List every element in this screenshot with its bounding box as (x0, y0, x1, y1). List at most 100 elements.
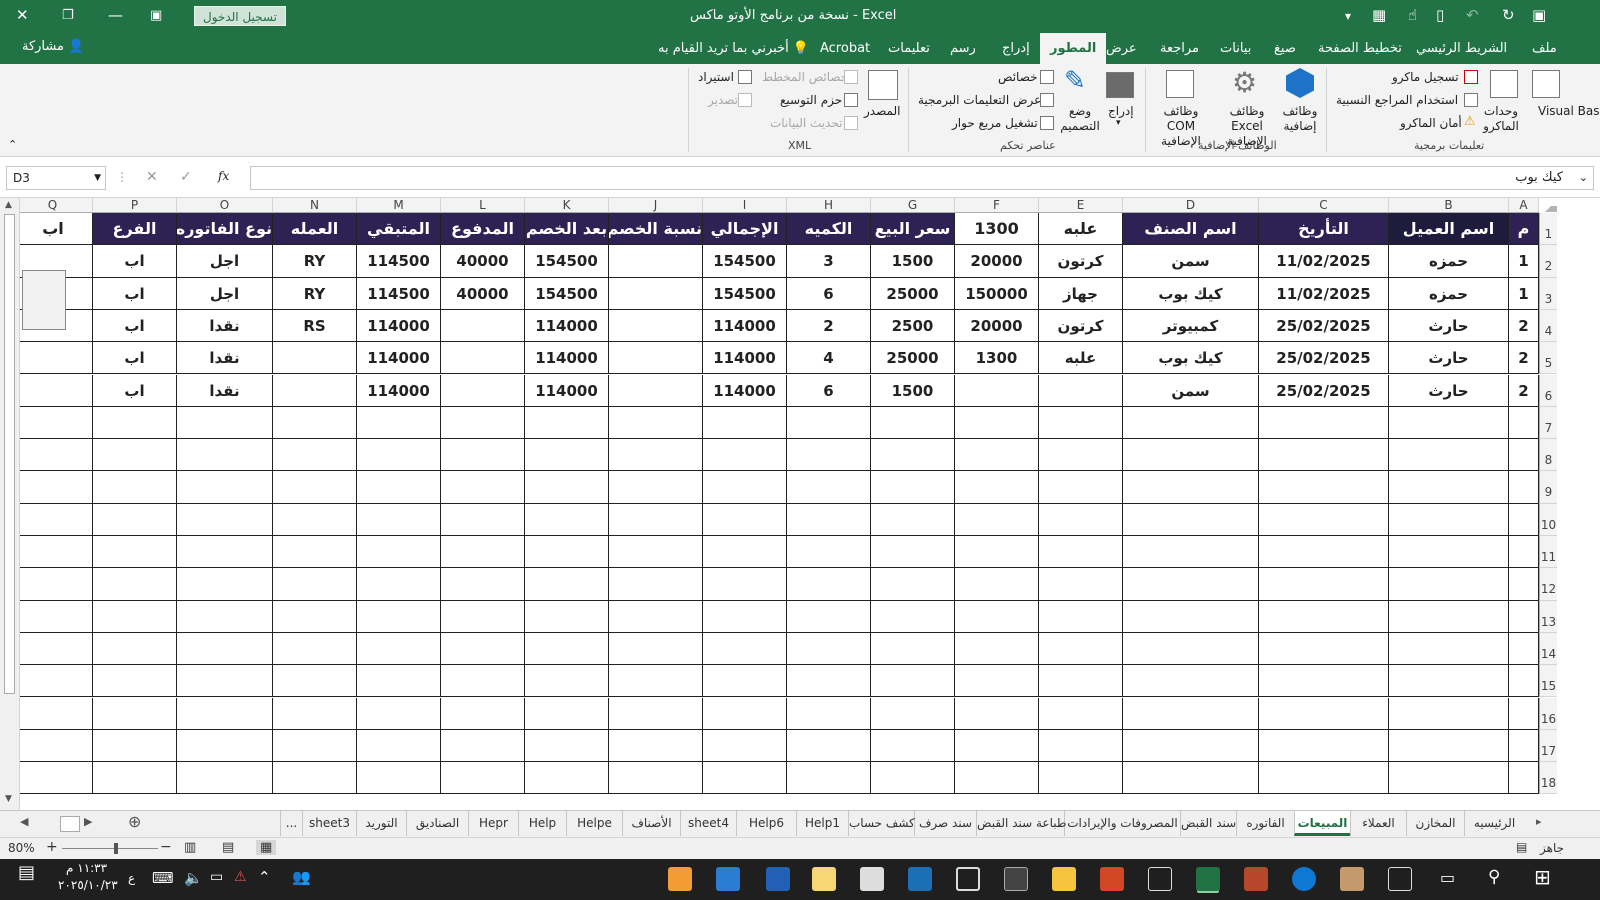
import-button[interactable]: استيراد (698, 70, 734, 84)
cell-O4[interactable]: نقدا (177, 309, 273, 343)
cell-F5[interactable]: 1300 (955, 342, 1039, 375)
cell-I5[interactable]: 114000 (703, 342, 787, 375)
cell-B9[interactable] (1389, 471, 1509, 504)
sheet-tab[interactable]: سند القبض (1180, 811, 1236, 836)
cell-H18[interactable] (787, 762, 871, 795)
cell-F6[interactable] (955, 374, 1039, 407)
cell-F9[interactable] (955, 471, 1039, 504)
scroll-right-icon[interactable]: ▶ (84, 815, 92, 828)
cell-J18[interactable] (609, 762, 703, 795)
cell-L13[interactable] (441, 600, 525, 633)
cell-O10[interactable] (177, 503, 273, 536)
cell-O9[interactable] (177, 471, 273, 504)
cell-L18[interactable] (441, 762, 525, 795)
cell-G13[interactable] (871, 600, 955, 633)
tab-file[interactable]: ملف (1532, 33, 1557, 64)
scroll-down-icon[interactable]: ▼ (5, 794, 12, 804)
cell-Q15[interactable] (13, 665, 93, 698)
cell-J15[interactable] (609, 665, 703, 698)
cell-C17[interactable] (1259, 729, 1389, 763)
scrollbar-thumb[interactable] (4, 214, 15, 694)
header-cell-O[interactable]: نوع الفاتوره (177, 213, 273, 246)
cell-N5[interactable] (273, 342, 357, 375)
cell-B10[interactable] (1389, 503, 1509, 536)
cell-J7[interactable] (609, 406, 703, 440)
cell-F17[interactable] (955, 729, 1039, 763)
cell-G7[interactable] (871, 406, 955, 440)
cell-K9[interactable] (525, 471, 609, 504)
qat-form-icon[interactable]: ▦ (1372, 6, 1386, 24)
cell-D18[interactable] (1123, 762, 1259, 795)
cell-P12[interactable] (93, 568, 177, 601)
cell-F13[interactable] (955, 600, 1039, 633)
cell-B18[interactable] (1389, 762, 1509, 795)
remote-desktop-icon[interactable] (908, 867, 932, 891)
formula-input[interactable]: كيك بوب ⌄ (250, 166, 1594, 190)
new-file-icon[interactable]: ▯ (1436, 6, 1444, 24)
cell-N14[interactable] (273, 632, 357, 666)
weather-app-icon[interactable] (812, 867, 836, 891)
cell-P16[interactable] (93, 697, 177, 730)
header-cell-C[interactable]: التأريخ (1259, 213, 1389, 246)
signin-button[interactable]: تسجيل الدخول (194, 6, 286, 26)
sheet-tab[interactable]: طباعة سند القبض (976, 811, 1066, 836)
excel-app-icon[interactable] (1196, 867, 1220, 891)
zoom-slider-thumb[interactable] (114, 843, 118, 854)
cell-M3[interactable]: 114500 (357, 277, 441, 310)
cell-M2[interactable]: 114500 (357, 245, 441, 278)
cell-P7[interactable] (93, 406, 177, 440)
header-cell-I[interactable]: الإجمالي (703, 213, 787, 246)
column-header-I[interactable]: I (703, 198, 787, 213)
header-cell-L[interactable]: المدفوع (441, 213, 525, 246)
cell-I17[interactable] (703, 729, 787, 763)
cell-K12[interactable] (525, 568, 609, 601)
cell-I7[interactable] (703, 406, 787, 440)
cell-L6[interactable] (441, 374, 525, 407)
expansion-packs-button[interactable]: حزم التوسيع (780, 93, 842, 107)
cell-G15[interactable] (871, 665, 955, 698)
cell-B5[interactable]: حارث (1389, 342, 1509, 375)
sheet-tab[interactable]: المبيعات (1294, 811, 1350, 836)
task-view-icon[interactable]: ▭ (1440, 868, 1455, 887)
cell-E3[interactable]: جهاز (1039, 277, 1123, 310)
sheet-tab[interactable]: الرئيسيه (1464, 811, 1524, 836)
cell-L15[interactable] (441, 665, 525, 698)
cell-Q13[interactable] (13, 600, 93, 633)
cell-D17[interactable] (1123, 729, 1259, 763)
cell-L16[interactable] (441, 697, 525, 730)
cell-A4[interactable]: 2 (1509, 309, 1539, 343)
insert-function-button[interactable]: fx (218, 169, 229, 183)
cell-N12[interactable] (273, 568, 357, 601)
cell-N6[interactable] (273, 374, 357, 407)
cell-K7[interactable] (525, 406, 609, 440)
cell-G3[interactable]: 25000 (871, 277, 955, 310)
select-all-corner[interactable] (1545, 200, 1557, 212)
cell-P8[interactable] (93, 439, 177, 472)
tab-home[interactable]: الشريط الرئيسي (1416, 33, 1507, 64)
cell-A11[interactable] (1509, 536, 1539, 569)
3d-viewer-icon[interactable] (956, 867, 980, 891)
share-button[interactable]: مشاركة 👤 (22, 39, 84, 54)
cell-H13[interactable] (787, 600, 871, 633)
tab-developer[interactable]: المطور (1040, 33, 1107, 64)
cell-C7[interactable] (1259, 406, 1389, 440)
show-hidden-icons[interactable]: ⌃ (258, 868, 271, 886)
cell-O12[interactable] (177, 568, 273, 601)
column-header-M[interactable]: M (357, 198, 441, 213)
cell-N9[interactable] (273, 471, 357, 504)
cell-O2[interactable]: اجل (177, 245, 273, 278)
cell-G17[interactable] (871, 729, 955, 763)
cell-P2[interactable]: اب (93, 245, 177, 278)
edge-browser-icon[interactable] (1292, 867, 1316, 891)
cell-E7[interactable] (1039, 406, 1123, 440)
cell-P9[interactable] (93, 471, 177, 504)
cell-G18[interactable] (871, 762, 955, 795)
cell-G8[interactable] (871, 439, 955, 472)
cell-F10[interactable] (955, 503, 1039, 536)
close-window-icon[interactable]: ✕ (16, 6, 29, 24)
cell-B14[interactable] (1389, 632, 1509, 666)
cell-J14[interactable] (609, 632, 703, 666)
cell-Q12[interactable] (13, 568, 93, 601)
cell-J13[interactable] (609, 600, 703, 633)
cell-K5[interactable]: 114000 (525, 342, 609, 375)
